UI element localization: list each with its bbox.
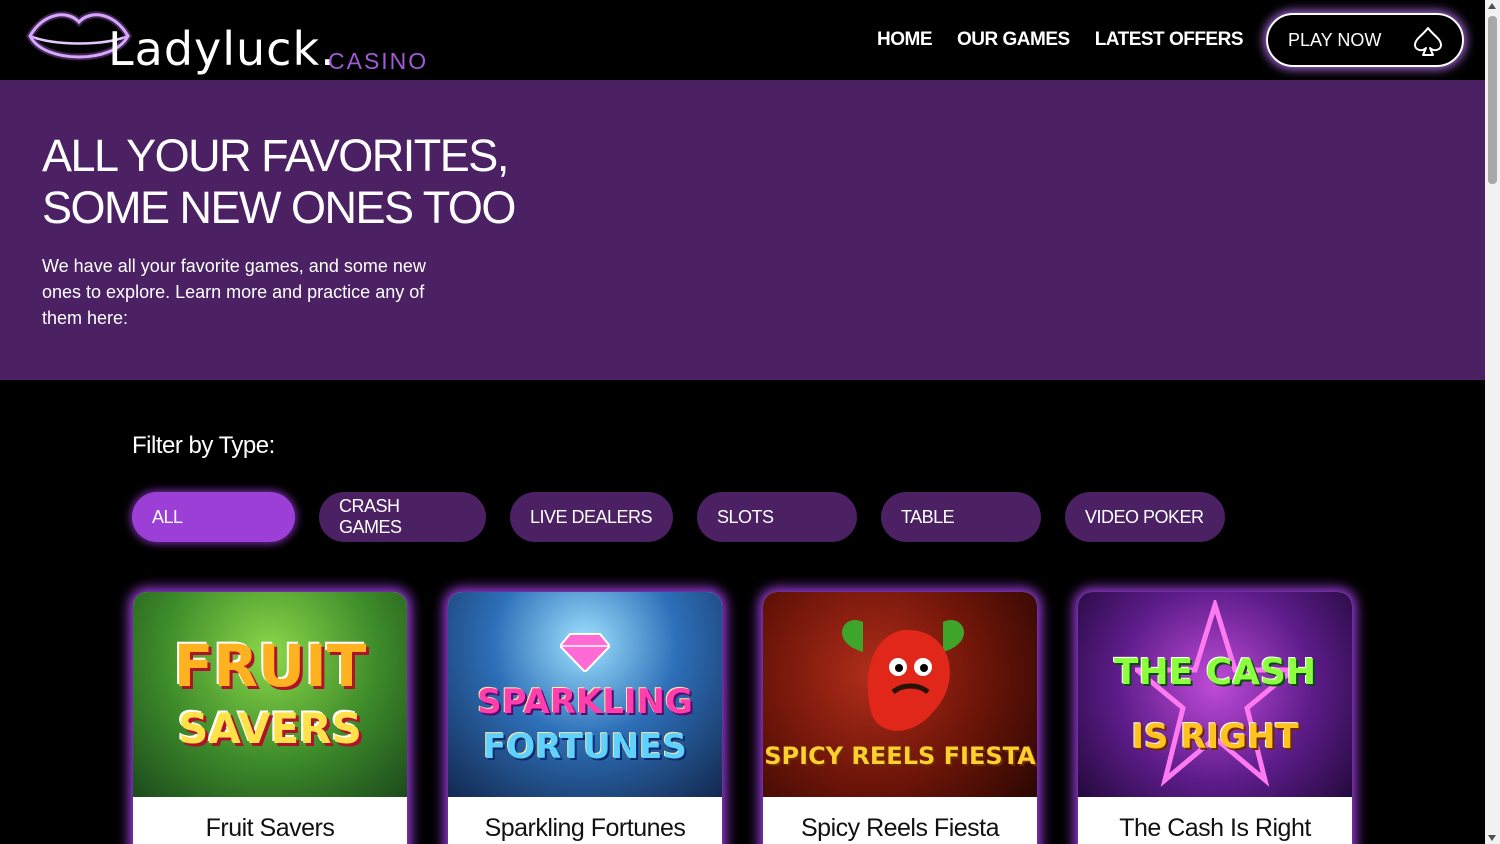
main-nav: HOME OUR GAMES LATEST OFFERS — [877, 29, 1244, 51]
game-thumbnail[interactable]: THE CASH IS RIGHT — [1078, 592, 1352, 797]
game-grid: FRUIT SAVERS Fruit Savers SPARKLING FORT… — [133, 592, 1352, 844]
site-header: Ladyluck. CASINO HOME OUR GAMES LATEST O… — [0, 0, 1485, 80]
game-card[interactable]: SPICY REELS FIESTA Spicy Reels Fiesta — [763, 592, 1037, 844]
star-icon — [1135, 600, 1295, 787]
filter-chip-crash-games[interactable]: CRASH GAMES — [319, 492, 486, 542]
scrollbar-thumb[interactable] — [1488, 16, 1497, 184]
game-art-title: FRUIT — [173, 632, 367, 700]
hero-title-line2: SOME NEW ONES TOO — [42, 182, 516, 233]
page-scrollbar[interactable] — [1485, 0, 1500, 844]
brand-subtitle: CASINO — [328, 48, 429, 74]
hero-title-line1: ALL YOUR FAVORITES, — [42, 130, 509, 181]
game-art-subtitle: FORTUNES — [483, 727, 687, 767]
game-thumbnail[interactable]: FRUIT SAVERS — [133, 592, 407, 797]
game-title[interactable]: The Cash Is Right — [1078, 814, 1352, 843]
game-card[interactable]: SPARKLING FORTUNES Sparkling Fortunes — [448, 592, 722, 844]
filter-chips: ALL CRASH GAMES LIVE DEALERS SLOTS TABLE… — [132, 492, 1225, 542]
hero-description: We have all your favorite games, and som… — [42, 256, 426, 328]
game-thumbnail[interactable]: SPARKLING FORTUNES — [448, 592, 722, 797]
game-card[interactable]: FRUIT SAVERS Fruit Savers — [133, 592, 407, 844]
hero-title: ALL YOUR FAVORITES, SOME NEW ONES TOO — [42, 130, 642, 234]
filter-label: Filter by Type: — [132, 432, 275, 459]
nav-item-our-games[interactable]: OUR GAMES — [957, 29, 1070, 51]
nav-item-latest-offers[interactable]: LATEST OFFERS — [1095, 29, 1244, 51]
game-title[interactable]: Sparkling Fortunes — [448, 814, 722, 843]
filter-chip-table[interactable]: TABLE — [881, 492, 1041, 542]
play-now-button[interactable]: PLAY NOW — [1266, 13, 1464, 67]
game-title[interactable]: Spicy Reels Fiesta — [763, 814, 1037, 843]
game-thumbnail[interactable]: SPICY REELS FIESTA — [763, 592, 1037, 797]
game-art-title: SPARKLING — [477, 682, 693, 722]
game-title[interactable]: Fruit Savers — [133, 814, 407, 843]
game-art-subtitle: IS RIGHT — [1131, 717, 1299, 757]
game-art-subtitle: SAVERS — [178, 704, 362, 753]
spade-icon — [1414, 27, 1442, 56]
game-art-subtitle: SPICY REELS FIESTA — [764, 742, 1036, 770]
chili-pepper-icon — [842, 619, 964, 731]
filter-chip-video-poker[interactable]: VIDEO POKER — [1065, 492, 1225, 542]
brand-name: Ladyluck. — [108, 22, 336, 76]
nav-item-home[interactable]: HOME — [877, 29, 933, 51]
brand-logo[interactable]: Ladyluck. CASINO — [20, 4, 440, 80]
filter-chip-live-dealers[interactable]: LIVE DEALERS — [510, 492, 673, 542]
game-card[interactable]: THE CASH IS RIGHT The Cash Is Right — [1078, 592, 1352, 844]
filter-chip-slots[interactable]: SLOTS — [697, 492, 857, 542]
filter-chip-all[interactable]: ALL — [132, 492, 295, 542]
game-art-title: THE CASH — [1113, 652, 1317, 693]
hero-banner: ALL YOUR FAVORITES, SOME NEW ONES TOO We… — [0, 80, 1485, 380]
scroll-down-arrow-icon[interactable] — [1488, 835, 1496, 841]
scroll-up-arrow-icon[interactable] — [1488, 3, 1496, 9]
gem-icon — [560, 633, 610, 672]
play-now-label: PLAY NOW — [1288, 29, 1382, 50]
